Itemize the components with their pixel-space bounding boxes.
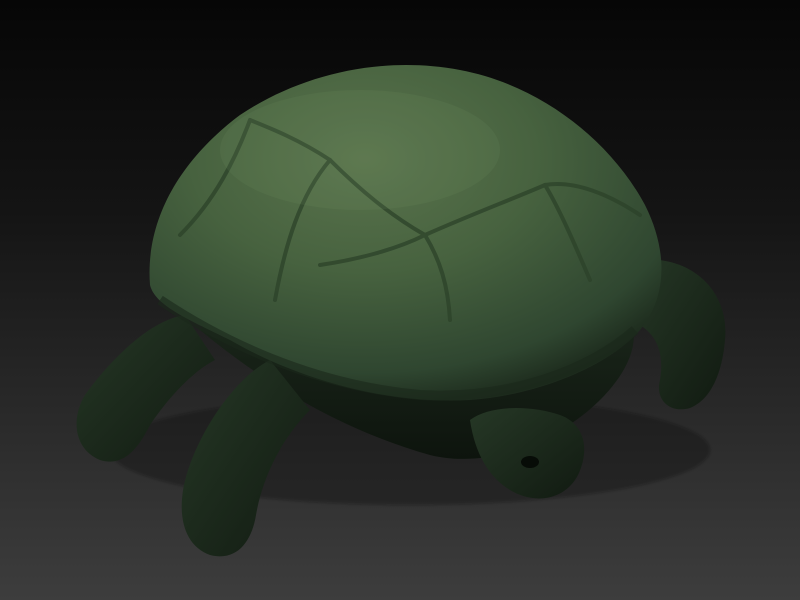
sculpt-viewport[interactable] bbox=[0, 0, 800, 600]
eye-icon bbox=[521, 456, 539, 468]
shell-highlight bbox=[220, 90, 500, 210]
turtle-render bbox=[76, 65, 726, 557]
